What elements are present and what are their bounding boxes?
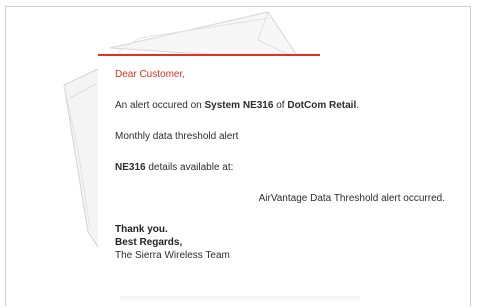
alert-link[interactable]: AirVantage Data Threshold alert occurred… bbox=[115, 192, 455, 205]
greeting: Dear Customer, bbox=[115, 68, 455, 81]
closing: Thank you. Best Regards, The Sierra Wire… bbox=[115, 223, 455, 262]
details-suffix: details available at: bbox=[145, 162, 234, 173]
alert-middle: of bbox=[273, 100, 288, 111]
alert-line: An alert occured on System NE316 of DotC… bbox=[115, 99, 455, 112]
alert-type: Monthly data threshold alert bbox=[115, 131, 239, 142]
bottom-fade bbox=[120, 296, 360, 302]
alert-link-text[interactable]: AirVantage Data Threshold alert occurred… bbox=[259, 193, 445, 204]
greeting-text: Dear Customer, bbox=[115, 69, 186, 80]
alert-prefix: An alert occured on bbox=[115, 100, 205, 111]
details-line: NE316 details available at: bbox=[115, 161, 455, 174]
email-body: Dear Customer, An alert occured on Syste… bbox=[115, 68, 455, 262]
system-name: System NE316 bbox=[204, 100, 274, 111]
company-name: DotCom Retail bbox=[287, 100, 357, 111]
alert-suffix: . bbox=[356, 100, 360, 111]
regards-text: Best Regards, bbox=[115, 237, 183, 248]
details-system-id: NE316 bbox=[115, 162, 146, 173]
thanks-text: Thank you. bbox=[115, 224, 168, 235]
signature-text: The Sierra Wireless Team bbox=[115, 250, 230, 261]
